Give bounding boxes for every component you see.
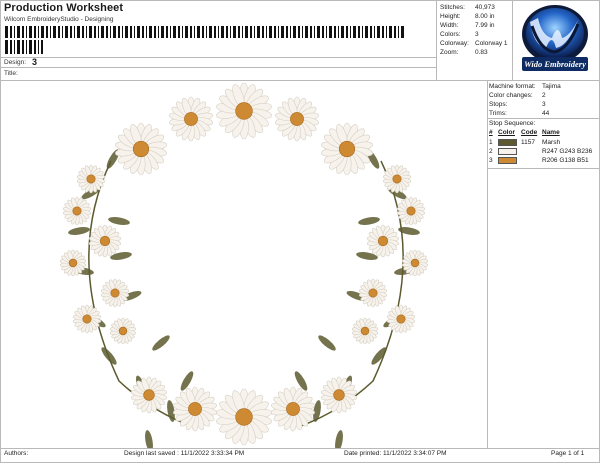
machine-value: 3	[542, 101, 546, 108]
daisy-flower	[76, 164, 106, 194]
stat-label: Colors:	[440, 31, 461, 38]
col-code: Code	[521, 129, 538, 136]
stop-sequence-title: Stop Sequence:	[489, 120, 536, 127]
leaf	[318, 335, 336, 351]
barcode-icon	[5, 40, 43, 54]
machine-label: Trims:	[489, 110, 507, 117]
stat-value: 3	[475, 31, 479, 38]
divider	[487, 80, 488, 448]
daisy-flower	[358, 278, 388, 308]
page-title: Production Worksheet	[4, 2, 124, 14]
leaf	[145, 430, 153, 448]
daisy-flower	[396, 196, 426, 226]
stat-label: Stitches:	[440, 4, 465, 11]
machine-label: Stops:	[489, 101, 508, 108]
stat-value: 40,973	[475, 4, 495, 11]
stat-value: Colorway 1	[475, 40, 508, 47]
leaf	[108, 217, 130, 225]
daisy-flower	[169, 96, 213, 142]
embroidery-design-preview	[59, 82, 429, 448]
leaf	[335, 430, 343, 448]
color-swatch	[498, 139, 517, 146]
machine-label: Color changes:	[489, 92, 533, 99]
daisy-flower	[386, 304, 416, 334]
leaf	[101, 347, 117, 365]
stat-label: Zoom:	[440, 49, 459, 56]
title-label: Title:	[4, 70, 18, 77]
stat-label: Colorway:	[440, 40, 469, 47]
stop-num: 3	[489, 157, 493, 164]
daisy-flower	[62, 196, 92, 226]
leaf	[152, 335, 170, 351]
stat-value: 8.00 in	[475, 13, 495, 20]
daisy-flower	[275, 96, 319, 142]
divider	[0, 57, 436, 58]
authors-label: Authors:	[4, 450, 29, 457]
app-subtitle: Wilcom EmbroideryStudio - Designing	[4, 16, 114, 23]
design-label: Design:	[4, 59, 27, 66]
daisy-flower	[109, 317, 137, 345]
divider	[487, 168, 600, 169]
color-swatch	[498, 157, 517, 164]
barcode-icon	[5, 26, 404, 38]
daisy-flower	[382, 164, 412, 194]
wido-embroidery-logo: Wido Embroidery	[522, 5, 588, 71]
daisy-flower	[366, 224, 400, 258]
daisy-flower	[351, 317, 379, 345]
machine-value: 44	[542, 110, 550, 117]
divider	[0, 0, 600, 1]
stop-name: Marsh	[542, 139, 561, 146]
stat-value: 0.83	[475, 49, 488, 56]
logo-text: Wido Embroidery	[524, 59, 586, 69]
daisy-flower	[216, 82, 272, 140]
machine-value: 2	[542, 92, 546, 99]
stat-label: Width:	[440, 22, 459, 29]
divider	[436, 0, 437, 80]
worksheet-page: Production Worksheet Wilcom EmbroiderySt…	[0, 0, 600, 463]
stat-value: 7.99 in	[475, 22, 495, 29]
leaf	[68, 227, 90, 235]
daisy-flower	[72, 304, 102, 334]
daisy-flower	[320, 376, 358, 414]
daisy-flower	[100, 278, 130, 308]
stop-code: 1157	[521, 139, 535, 146]
divider	[487, 118, 600, 119]
divider	[0, 67, 436, 68]
stat-label: Height:	[440, 13, 461, 20]
stop-num: 2	[489, 148, 493, 155]
col-color: Color	[498, 129, 515, 136]
last-saved: Design last saved : 11/1/2022 3:33:34 PM	[124, 450, 245, 457]
date-printed: Date printed: 11/1/2022 3:34:07 PM	[344, 450, 447, 457]
page-number: Page 1 of 1	[551, 450, 585, 457]
design-value: 3	[32, 57, 38, 67]
color-swatch	[498, 148, 517, 155]
divider	[0, 448, 600, 449]
daisy-flower	[173, 386, 217, 432]
stop-num: 1	[489, 139, 493, 146]
col-num: #	[489, 129, 493, 136]
leaf	[371, 347, 387, 365]
daisy-flower	[321, 122, 373, 176]
col-name: Name	[542, 129, 560, 136]
daisy-flower	[271, 386, 315, 432]
machine-value: Tajima	[542, 83, 561, 90]
leaf	[358, 217, 380, 225]
daisy-flower	[88, 224, 122, 258]
daisy-flower	[216, 388, 272, 446]
stop-name: R206 G138 B51	[542, 157, 589, 164]
daisy-flower	[115, 122, 167, 176]
daisy-flower	[130, 376, 168, 414]
machine-label: Machine format:	[489, 83, 536, 90]
stop-name: R247 G243 B236	[542, 148, 593, 155]
